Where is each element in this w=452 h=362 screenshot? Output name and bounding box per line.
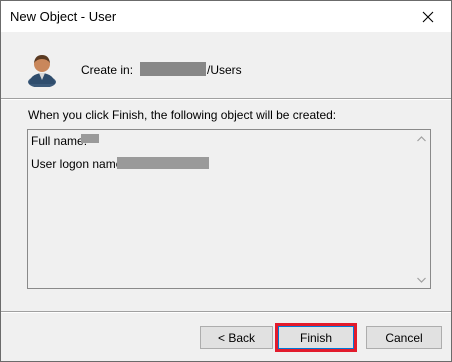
- back-button[interactable]: < Back: [200, 326, 273, 349]
- redacted-full-name: [81, 134, 99, 143]
- redacted-domain: [140, 62, 206, 76]
- divider-bottom: [1, 311, 451, 313]
- summary-textbox[interactable]: Full name: User logon name:: [27, 129, 431, 289]
- scroll-up-icon[interactable]: [417, 136, 426, 142]
- scrollbar[interactable]: [413, 130, 430, 288]
- finish-button[interactable]: Finish: [275, 323, 357, 352]
- title-bar: New Object - User: [1, 1, 451, 32]
- redacted-logon-name: [117, 157, 209, 169]
- user-icon: [28, 55, 56, 87]
- divider-top: [1, 98, 451, 100]
- scroll-down-icon[interactable]: [417, 277, 426, 283]
- close-icon: [422, 11, 434, 22]
- full-name-label: Full name:: [31, 134, 88, 148]
- create-in-path: /Users: [207, 63, 242, 77]
- info-text: When you click Finish, the following obj…: [28, 108, 337, 122]
- new-object-user-dialog: New Object - User Create in: /Users When…: [0, 0, 452, 362]
- cancel-button[interactable]: Cancel: [366, 326, 442, 349]
- logon-name-label: User logon name:: [31, 157, 126, 171]
- close-button[interactable]: [405, 1, 451, 32]
- dialog-title: New Object - User: [10, 9, 117, 24]
- create-in-label: Create in:: [81, 63, 134, 77]
